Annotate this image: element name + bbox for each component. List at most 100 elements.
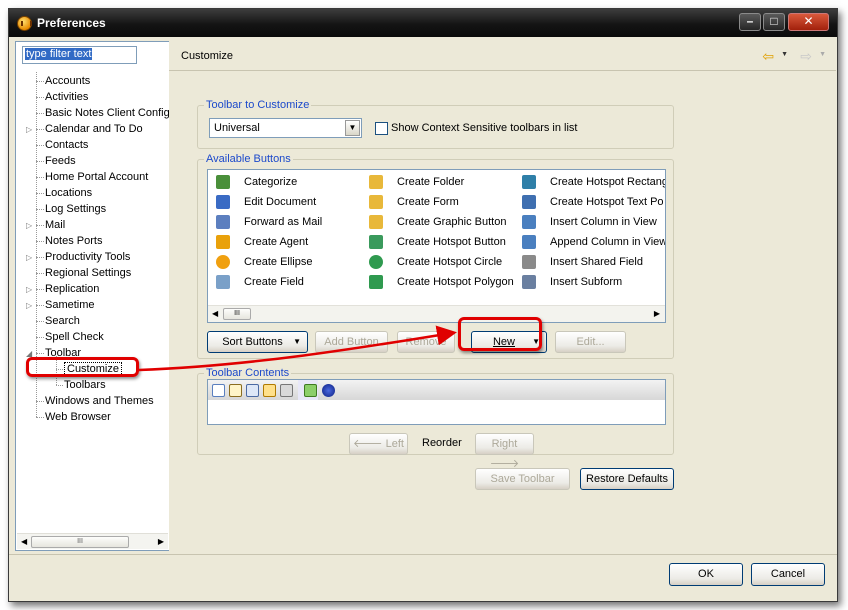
forward-mail-icon[interactable] — [246, 384, 259, 397]
insert-column-icon — [522, 215, 536, 229]
expand-arrow-icon[interactable]: ▷ — [26, 221, 34, 230]
edit-document-icon[interactable] — [229, 384, 242, 397]
tree-item-label: Windows and Themes — [45, 395, 154, 407]
subform-icon — [522, 275, 536, 289]
toolbar-select[interactable]: Universal ▼ — [209, 118, 362, 138]
available-button-label: Insert Shared Field — [550, 256, 643, 268]
restore-defaults-button[interactable]: Restore Defaults — [580, 468, 674, 490]
back-dropdown-icon[interactable]: ▼ — [781, 51, 788, 58]
scroll-left-icon[interactable]: ◀ — [21, 537, 27, 546]
globe-icon[interactable] — [322, 384, 335, 397]
list-horizontal-scrollbar[interactable]: ◀ III ▶ — [208, 305, 665, 322]
categorize-icon[interactable] — [212, 384, 225, 397]
chevron-down-icon[interactable]: ▼ — [345, 120, 360, 136]
tree-item[interactable]: Regional Settings — [45, 265, 131, 281]
tree-item-label: Mail — [45, 219, 66, 231]
available-button-label: Create Hotspot Text Po — [550, 196, 664, 208]
tree-connector — [36, 257, 44, 258]
hotspot-rectangle-icon — [522, 175, 536, 189]
move-left-label: Left — [385, 438, 404, 450]
remove-button[interactable]: Remove — [397, 331, 455, 353]
close-button[interactable]: ✕ — [788, 13, 829, 31]
tree-item[interactable]: Toolbars — [64, 377, 106, 393]
reorder-label: Reorder — [422, 437, 462, 449]
tree-connector — [36, 81, 44, 82]
tree-connector — [36, 353, 44, 354]
tree-connector — [36, 241, 44, 242]
ok-button[interactable]: OK — [669, 563, 743, 586]
available-buttons-label: Available Buttons — [204, 153, 293, 165]
expand-arrow-icon[interactable]: ▷ — [26, 125, 34, 134]
expand-arrow-icon[interactable]: ▷ — [26, 253, 34, 262]
tree-item[interactable]: Search — [45, 313, 80, 329]
filter-input[interactable]: type filter text — [22, 46, 137, 64]
expand-arrow-icon[interactable]: ▷ — [26, 301, 34, 310]
shared-field-icon — [522, 255, 536, 269]
tree-connector — [36, 161, 44, 162]
tree-connector — [36, 289, 44, 290]
sort-buttons-button[interactable]: Sort Buttons ▼ — [207, 331, 308, 353]
append-column-icon — [522, 235, 536, 249]
tree-item[interactable]: Calendar and To Do — [45, 121, 143, 137]
forward-dropdown-icon[interactable]: ▼ — [819, 51, 826, 58]
cancel-button[interactable]: Cancel — [751, 563, 825, 586]
annotation-highlight-customize — [26, 357, 139, 377]
move-left-button[interactable]: 🡐 Left — [349, 433, 408, 455]
list-scrollbar-thumb[interactable]: III — [223, 308, 251, 320]
tree-item[interactable]: Sametime — [45, 297, 95, 313]
tree-item[interactable]: Notes Ports — [45, 233, 102, 249]
tree-connector — [36, 177, 44, 178]
agent-icon[interactable] — [263, 384, 276, 397]
maximize-button[interactable]: □ — [763, 13, 785, 31]
expand-arrow-icon[interactable]: ▷ — [26, 285, 34, 294]
tree-item-label: Replication — [45, 283, 100, 295]
tree-horizontal-scrollbar[interactable]: ◀ III ▶ — [17, 533, 168, 549]
scroll-right-icon[interactable]: ▶ — [158, 537, 164, 546]
tree-item[interactable]: Locations — [45, 185, 92, 201]
tree-item[interactable]: Accounts — [45, 73, 90, 89]
tree-item[interactable]: Activities — [45, 89, 88, 105]
tree-item[interactable]: Log Settings — [45, 201, 106, 217]
attachment-icon[interactable] — [280, 384, 293, 397]
tree-item-label: Basic Notes Client Config — [45, 107, 170, 119]
replicate-icon[interactable] — [304, 384, 317, 397]
tree-item[interactable]: Replication — [45, 281, 99, 297]
preferences-window: Preferences – □ ✕ type filter text Accou… — [8, 8, 838, 602]
edit-button[interactable]: Edit... — [555, 331, 626, 353]
forward-arrow-icon[interactable]: ⇨ — [800, 48, 812, 65]
add-button-button[interactable]: Add Button — [315, 331, 388, 353]
ellipse-icon — [216, 255, 230, 269]
save-toolbar-button[interactable]: Save Toolbar — [475, 468, 570, 490]
hotspot-circle-icon — [369, 255, 383, 269]
back-arrow-icon[interactable]: ⇦ — [762, 48, 774, 65]
tree-item[interactable]: Web Browser — [45, 409, 111, 425]
tree-item[interactable]: Mail — [45, 217, 65, 233]
folder-icon — [369, 175, 383, 189]
minimize-button[interactable]: – — [739, 13, 761, 31]
tree-item[interactable]: Contacts — [45, 137, 88, 153]
scrollbar-thumb[interactable]: III — [31, 536, 129, 548]
toolbar-contents-area[interactable] — [207, 379, 666, 425]
scroll-left-icon[interactable]: ◀ — [212, 309, 218, 318]
context-sensitive-checkbox[interactable] — [375, 122, 388, 135]
tree-connector — [36, 305, 44, 306]
edit-document-icon — [216, 195, 230, 209]
available-buttons-list[interactable]: ◀ III ▶ Categorize Edit Document Forward a… — [207, 169, 666, 323]
hotspot-text-icon — [522, 195, 536, 209]
scroll-right-icon[interactable]: ▶ — [654, 309, 660, 318]
tree-item[interactable]: Feeds — [45, 153, 76, 169]
tree-item[interactable]: Basic Notes Client Config — [45, 105, 170, 121]
tree-item[interactable]: Productivity Tools — [45, 249, 130, 265]
customize-page: Customize ⇦ ▼ ⇨ ▼ Toolbar to Customize U… — [169, 41, 836, 551]
available-button-label: Forward as Mail — [244, 216, 323, 228]
title-bar: Preferences – □ ✕ — [9, 9, 837, 37]
tree-item[interactable]: Windows and Themes — [45, 393, 154, 409]
available-button-label: Append Column in View — [550, 236, 666, 248]
move-right-button[interactable]: Right 🡒 — [475, 433, 534, 470]
tree-item[interactable]: Spell Check — [45, 329, 104, 345]
sort-buttons-label: Sort Buttons — [222, 336, 283, 348]
tree-item-label: Home Portal Account — [45, 171, 149, 183]
toolbar-select-value: Universal — [214, 122, 260, 134]
tree-item[interactable]: Home Portal Account — [45, 169, 148, 185]
tree-connector — [36, 337, 44, 338]
